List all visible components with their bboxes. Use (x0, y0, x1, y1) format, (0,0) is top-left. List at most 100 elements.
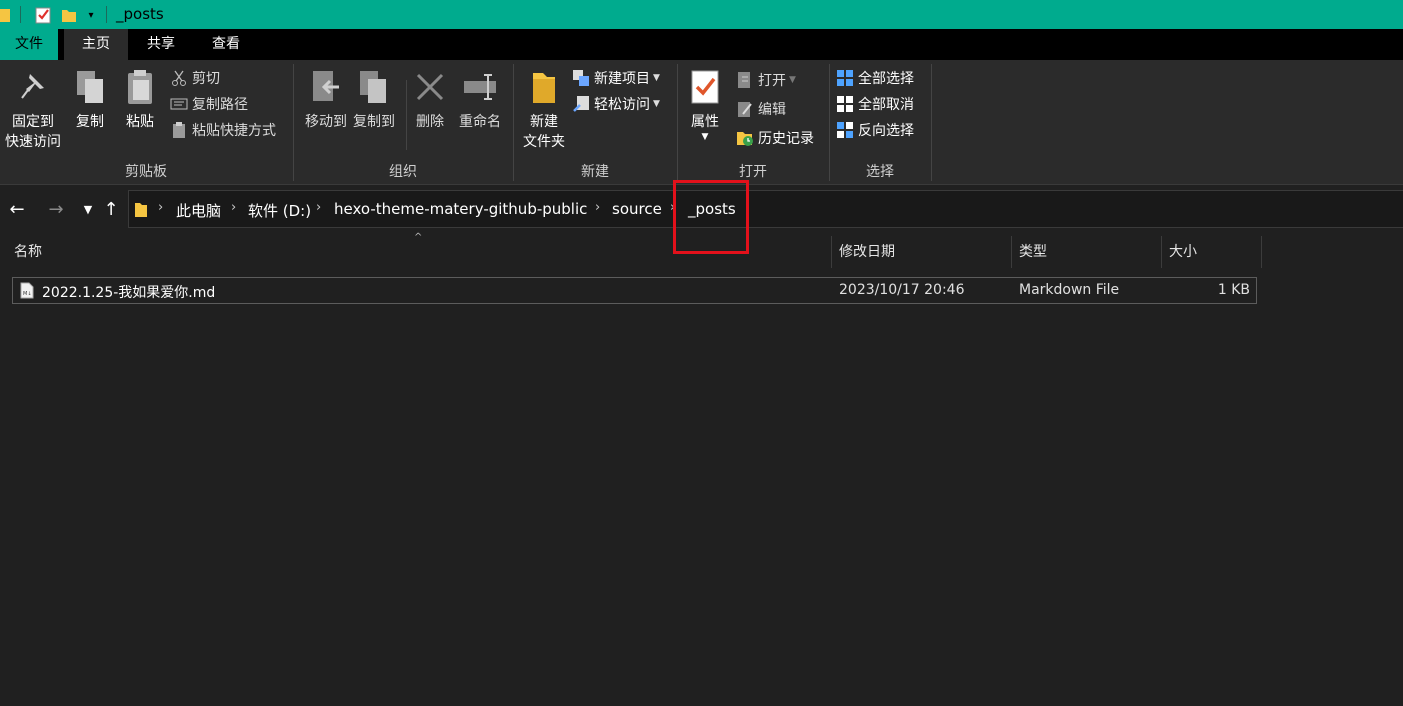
new-folder-quick-icon[interactable] (60, 6, 78, 24)
column-modified[interactable]: 修改日期 (832, 236, 1012, 268)
file-size: 1 KB (1217, 282, 1250, 298)
paste-label: 粘贴 (126, 114, 154, 130)
customize-toolbar-icon[interactable]: ▾ (84, 6, 98, 24)
edit-label: 编辑 (758, 102, 786, 118)
group-divider (931, 64, 932, 181)
copy-label: 复制 (76, 114, 104, 130)
window-title: _posts (116, 5, 164, 23)
new-item-icon (572, 69, 590, 87)
breadcrumb-source[interactable]: source (612, 200, 662, 218)
chevron-down-icon: ▼ (653, 99, 660, 109)
group-open: 属性 ▼ 打开 ▼ 编辑 历史记录 打开 (678, 60, 828, 185)
svg-text:M↓: M↓ (23, 291, 32, 297)
new-folder-icon (526, 68, 562, 106)
pin-icon (15, 68, 51, 106)
new-item-button[interactable]: 新建项目 ▼ (572, 67, 660, 89)
title-bar: ▾ _posts (0, 0, 1403, 29)
select-all-label: 全部选择 (858, 71, 914, 87)
select-none-icon (836, 95, 854, 113)
group-new: 新建 文件夹 新建项目 ▼ 轻松访问 ▼ 新建 (514, 60, 676, 185)
easy-access-button[interactable]: 轻松访问 ▼ (572, 93, 660, 115)
file-modified: 2023/10/17 20:46 (839, 282, 965, 298)
breadcrumb-chevron-icon[interactable]: › (231, 200, 236, 215)
address-bar[interactable]: › 此电脑 › 软件 (D:) › hexo-theme-matery-gith… (128, 190, 1403, 228)
recent-locations-chevron-icon[interactable]: ▼ (77, 198, 99, 220)
group-label-clipboard: 剪贴板 (125, 164, 167, 180)
properties-button[interactable]: 属性 ▼ (684, 68, 726, 142)
forward-arrow-icon[interactable]: → (45, 198, 67, 220)
ribbon-tabs: 文件 主页 共享 查看 (0, 29, 1403, 60)
breadcrumb-drive-d[interactable]: 软件 (D:) (248, 200, 311, 221)
cut-button[interactable]: 剪切 (170, 67, 220, 89)
rename-icon (462, 68, 498, 106)
move-to-button[interactable]: 移动到 (298, 68, 354, 132)
paste-shortcut-button[interactable]: 粘贴快捷方式 (170, 119, 276, 141)
pin-label-1: 固定到 (12, 114, 54, 130)
open-label: 打开 (758, 73, 786, 89)
invert-selection-button[interactable]: 反向选择 (836, 119, 914, 141)
tab-view[interactable]: 查看 (194, 29, 258, 60)
copy-path-icon (170, 95, 188, 113)
tab-file[interactable]: 文件 (0, 29, 58, 60)
open-icon (736, 71, 754, 89)
navigation-bar: ← → ▼ ↑ › 此电脑 › 软件 (D:) › hexo-theme-mat… (0, 186, 1403, 232)
column-name[interactable]: 名称 (7, 236, 831, 268)
select-none-button[interactable]: 全部取消 (836, 93, 914, 115)
column-header: 名称 修改日期 类型 大小 (0, 236, 1262, 268)
folder-icon (0, 6, 10, 24)
breadcrumb-chevron-icon[interactable]: › (595, 200, 600, 215)
paste-button[interactable]: 粘贴 (118, 68, 162, 132)
breadcrumb-repo-folder[interactable]: hexo-theme-matery-github-public (334, 200, 587, 218)
copy-to-button[interactable]: 复制到 (348, 68, 400, 132)
breadcrumb-chevron-icon[interactable]: › (158, 200, 163, 215)
move-to-icon (308, 68, 344, 106)
file-row[interactable]: M↓ 2022.1.25-我如果爱你.md 2023/10/17 20:46 M… (12, 277, 1257, 304)
group-label-organize: 组织 (389, 164, 417, 180)
tab-home[interactable]: 主页 (64, 29, 128, 60)
toolbar-divider (20, 6, 21, 23)
delete-button[interactable]: 删除 (410, 68, 450, 132)
chevron-down-icon: ▼ (653, 73, 660, 83)
chevron-down-icon: ▼ (701, 132, 709, 142)
copy-button[interactable]: 复制 (68, 68, 112, 132)
breadcrumb-this-pc[interactable]: 此电脑 (176, 200, 221, 221)
delete-label: 删除 (416, 114, 444, 130)
select-all-button[interactable]: 全部选择 (836, 67, 914, 89)
properties-check-icon[interactable] (34, 6, 52, 24)
clipboard-icon (122, 68, 158, 106)
new-folder-label-1: 新建 (530, 114, 558, 130)
open-button[interactable]: 打开 ▼ (736, 69, 796, 91)
column-divider[interactable] (1261, 236, 1262, 268)
history-button[interactable]: 历史记录 (736, 127, 814, 149)
breadcrumb-posts[interactable]: _posts (688, 200, 736, 218)
toolbar-divider (106, 6, 107, 23)
new-folder-label-2: 文件夹 (523, 134, 565, 150)
history-icon (736, 129, 754, 147)
copy-path-button[interactable]: 复制路径 (170, 93, 248, 115)
breadcrumb-chevron-icon[interactable]: › (670, 200, 675, 215)
file-type: Markdown File (1019, 282, 1120, 298)
column-type[interactable]: 类型 (1012, 236, 1160, 268)
scissors-icon (170, 69, 188, 87)
new-item-label: 新建项目 (594, 71, 650, 87)
edit-button[interactable]: 编辑 (736, 98, 786, 120)
back-arrow-icon[interactable]: ← (6, 198, 28, 220)
folder-icon (134, 201, 148, 222)
new-folder-button[interactable]: 新建 文件夹 (518, 68, 570, 152)
chevron-down-icon: ▼ (789, 75, 796, 85)
rename-button[interactable]: 重命名 (454, 68, 506, 132)
tab-share[interactable]: 共享 (129, 29, 193, 60)
select-none-label: 全部取消 (858, 97, 914, 113)
group-clipboard: 固定到 快速访问 复制 粘贴 剪切 复制路径 粘贴快捷方式 剪贴板 (0, 60, 292, 185)
history-label: 历史记录 (758, 131, 814, 147)
group-label-open: 打开 (739, 164, 767, 180)
column-size[interactable]: 大小 (1162, 236, 1260, 268)
up-arrow-icon[interactable]: ↑ (100, 198, 122, 220)
paste-shortcut-icon (170, 121, 188, 139)
breadcrumb-chevron-icon[interactable]: › (316, 200, 321, 215)
copy-to-label: 复制到 (353, 114, 395, 130)
copy-to-icon (356, 68, 392, 106)
pin-to-quick-access-button[interactable]: 固定到 快速访问 (2, 68, 64, 152)
easy-access-icon (572, 95, 590, 113)
copy-path-label: 复制路径 (192, 97, 248, 113)
